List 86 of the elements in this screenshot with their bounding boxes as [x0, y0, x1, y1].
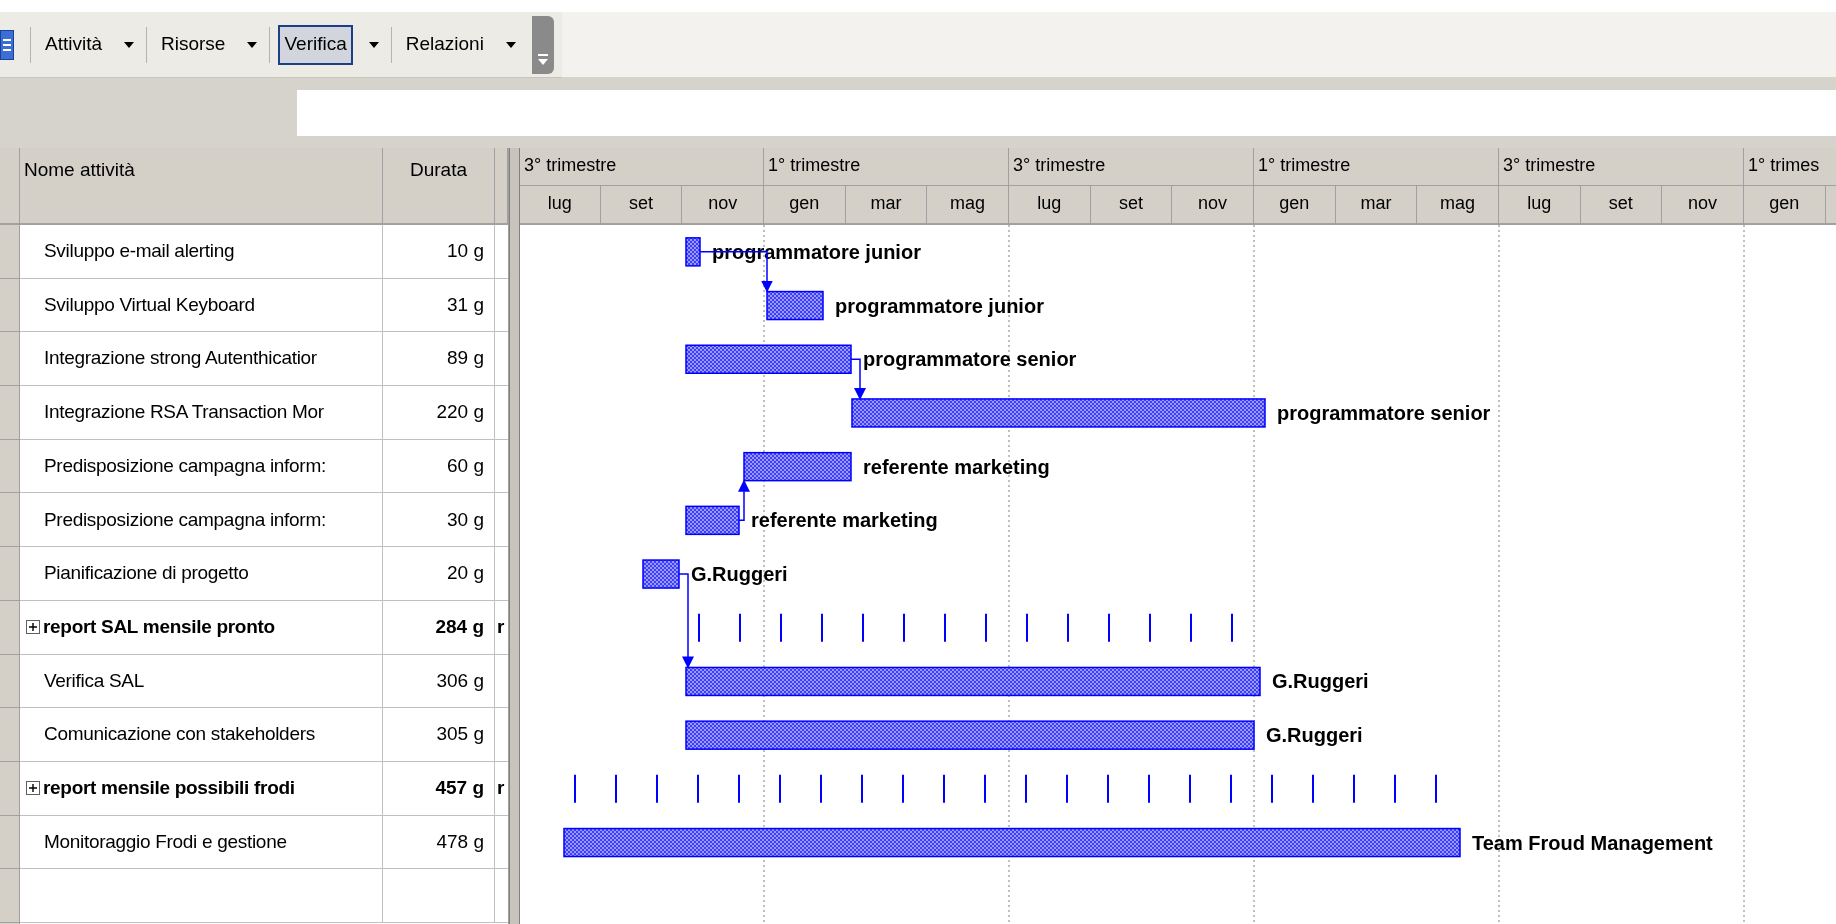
cell-text: r — [496, 775, 505, 800]
gantt-bar[interactable] — [685, 344, 852, 374]
gantt-bar[interactable] — [766, 290, 824, 321]
duration-text: 284 g — [435, 614, 484, 639]
dropdown-arrow-icon[interactable] — [368, 41, 379, 48]
resource-label: referente marketing — [863, 455, 1050, 478]
quarter-label: 3° trimestre — [1499, 148, 1744, 185]
resource-label: referente marketing — [751, 509, 938, 532]
month-label: set — [1580, 186, 1663, 223]
task-name: Integrazione RSA Transaction Mor — [44, 400, 324, 425]
resource-label: programmatore senior — [1277, 401, 1491, 424]
entry-field[interactable] — [297, 90, 1836, 136]
gantt-bar[interactable] — [743, 451, 852, 482]
month-label: gen — [1253, 186, 1336, 223]
quarter-label: 1° trimestre — [764, 148, 1009, 185]
task-name: Sviluppo Virtual Keyboard — [44, 292, 255, 317]
task-name: Comunicazione con stakeholders — [44, 722, 315, 747]
column-header[interactable]: Nome attività — [20, 148, 383, 223]
month-label: lug — [1498, 186, 1581, 223]
month-label: nov — [1172, 186, 1254, 223]
gantt-bar[interactable] — [685, 237, 701, 267]
link-arrow — [738, 479, 750, 522]
recurring-task-marks[interactable] — [698, 612, 1233, 643]
toolbar-options-icon[interactable] — [531, 15, 554, 74]
task-name: report mensile possibili frodi — [43, 775, 295, 800]
toolbar-button[interactable]: Verifica — [278, 24, 353, 65]
dropdown-arrow-icon[interactable] — [247, 41, 258, 48]
resource-label: G.Ruggeri — [691, 563, 788, 586]
month-label: set — [600, 186, 683, 223]
duration-text: 20 g — [447, 561, 484, 586]
gantt-bar[interactable] — [685, 666, 1261, 697]
task-name: Integrazione strong Autenthicatior — [44, 346, 317, 371]
resource-label: programmatore junior — [835, 294, 1044, 317]
dropdown-arrow-icon[interactable] — [124, 41, 135, 48]
resource-label: programmatore junior — [712, 240, 921, 263]
gantt-bar[interactable] — [685, 720, 1255, 750]
toolbar-button[interactable]: Relazioni — [399, 24, 490, 65]
quarter-label: 3° trimestre — [1009, 148, 1254, 185]
month-label: nov — [1662, 186, 1744, 223]
toolbar-button[interactable]: Attività — [39, 24, 109, 65]
month-label: gen — [763, 186, 846, 223]
resource-label: Team Froud Management — [1472, 831, 1713, 854]
duration-text: 220 g — [436, 400, 484, 425]
month-label: set — [1090, 186, 1173, 223]
month-label: mag — [927, 186, 1009, 223]
month-label: lug — [1008, 186, 1091, 223]
duration-text: 457 g — [435, 775, 484, 800]
resource-label: G.Ruggeri — [1266, 724, 1363, 747]
expand-icon[interactable] — [26, 781, 40, 796]
list-icon[interactable] — [0, 29, 14, 60]
gantt-bar[interactable] — [685, 505, 740, 536]
month-label: mar — [845, 186, 928, 223]
task-name: report SAL mensile pronto — [43, 614, 275, 639]
month-label: lug — [520, 186, 601, 223]
resource-label: G.Ruggeri — [1272, 670, 1369, 693]
dropdown-arrow-icon[interactable] — [505, 41, 516, 48]
task-name: Pianificazione di progetto — [44, 561, 249, 586]
expand-icon[interactable] — [26, 620, 40, 635]
resource-label: programmatore senior — [863, 348, 1077, 371]
month-label: gen — [1743, 186, 1826, 223]
month-label: nov — [682, 186, 764, 223]
task-name: Sviluppo e-mail alerting — [44, 239, 235, 264]
quarter-label: 1° trimes — [1744, 148, 1836, 185]
link-arrow — [850, 358, 866, 400]
gantt-bar[interactable] — [642, 559, 680, 589]
gantt-bar[interactable] — [851, 398, 1266, 428]
duration-text: 30 g — [447, 507, 484, 532]
month-label: mag — [1417, 186, 1499, 223]
month-label: mar — [1335, 186, 1418, 223]
duration-text: 89 g — [447, 346, 484, 371]
task-name: Verifica SAL — [44, 668, 144, 693]
quarter-label: 1° trimestre — [1254, 148, 1499, 185]
duration-text: 31 g — [447, 292, 484, 317]
quarter-label: 3° trimestre — [520, 148, 764, 185]
task-name: Predisposizione campagna inform: — [44, 507, 326, 532]
duration-text: 10 g — [447, 239, 484, 264]
duration-text: 306 g — [436, 668, 484, 693]
task-name: Predisposizione campagna inform: — [44, 453, 326, 478]
toolbar-button[interactable]: Risorse — [155, 24, 232, 65]
recurring-task-marks[interactable] — [574, 773, 1437, 804]
duration-text: 305 g — [436, 722, 484, 747]
duration-text: 60 g — [447, 453, 484, 478]
gantt-bar[interactable] — [563, 827, 1461, 858]
task-name: Monitoraggio Frodi e gestione — [44, 829, 287, 854]
duration-text: 478 g — [436, 829, 484, 854]
cell-text: r — [496, 614, 505, 639]
